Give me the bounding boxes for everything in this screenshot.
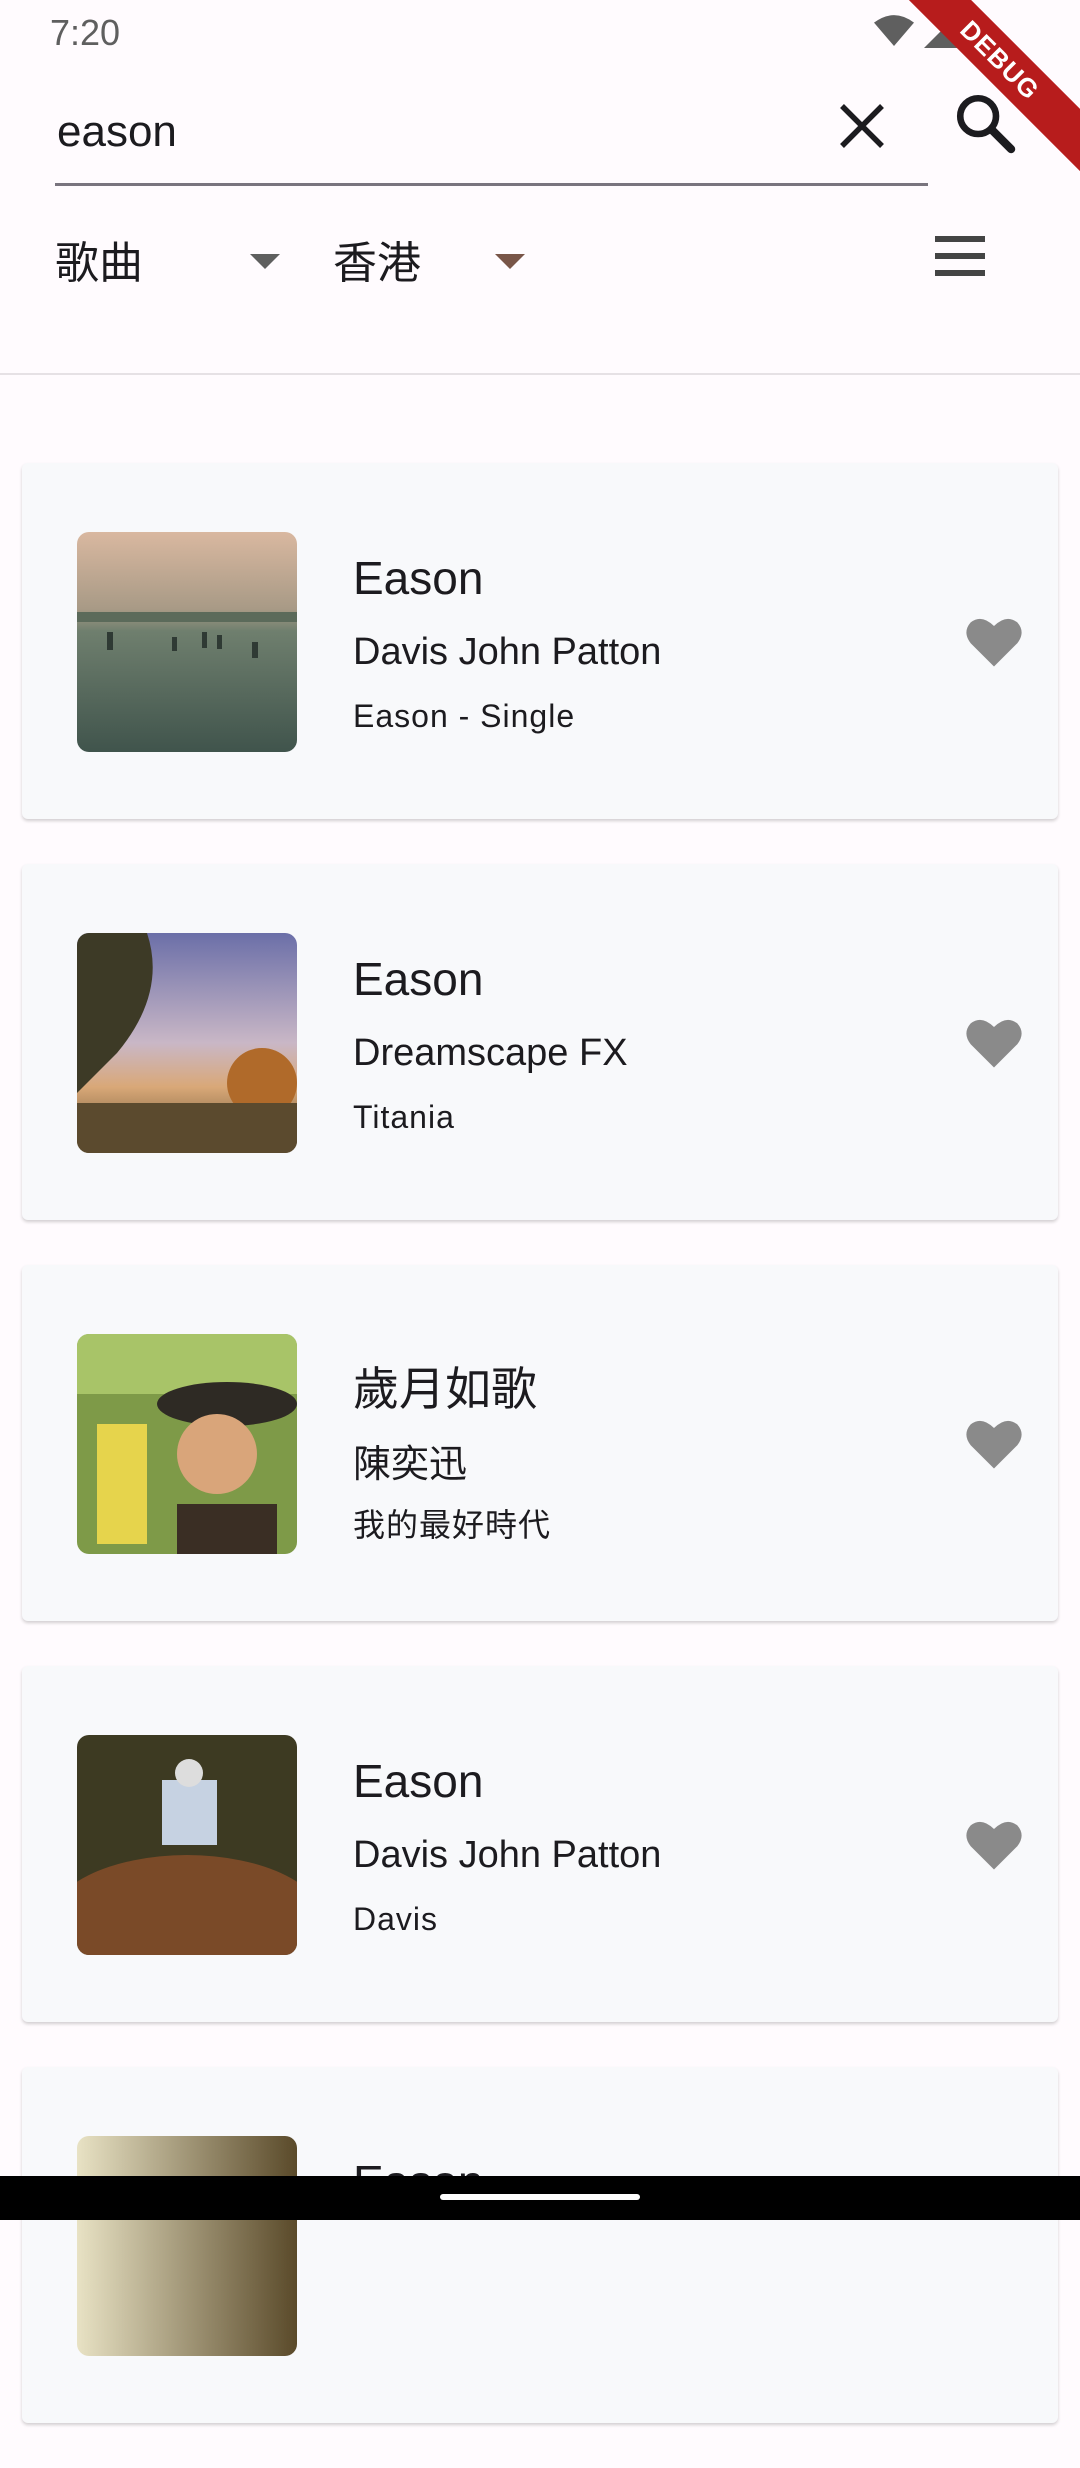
heart-icon[interactable] [964,615,1024,669]
heart-icon[interactable] [964,1016,1024,1070]
navigation-bar [0,2176,1080,2220]
album-art [77,532,297,752]
status-time: 7:20 [50,12,121,53]
chevron-down-icon [250,254,280,269]
song-artist: Davis John Patton [353,631,662,673]
divider [0,373,1080,375]
song-card[interactable]: Eason Davis John Patton Davis [22,1666,1058,2022]
album-art [77,2136,297,2356]
search-icon[interactable] [952,90,1018,156]
song-card[interactable]: Eason Davis John Patton Eason - Single [22,463,1058,819]
song-card[interactable]: Eason Dreamscape FX Titania [22,864,1058,1220]
song-album: Davis [353,1901,439,1937]
song-card[interactable]: 歲月如歌 陳奕迅 我的最好時代 [22,1265,1058,1621]
heart-icon[interactable] [964,1417,1024,1471]
song-title: 歲月如歌 [353,1363,537,1415]
search-input[interactable] [55,96,819,168]
region-value: 香港 [333,239,421,288]
song-artist: Davis John Patton [353,1834,662,1876]
menu-icon[interactable] [930,228,990,284]
album-art [77,1735,297,1955]
song-title: Eason [353,953,484,1005]
song-title: Eason [353,1755,484,1807]
search-row [0,66,1080,196]
wifi-icon [874,15,914,46]
filter-row: 歌曲 香港 [0,206,1080,306]
region-dropdown[interactable]: 香港 [333,224,533,294]
search-field [55,86,928,186]
song-list: Eason Davis John Patton Eason - Single E… [22,463,1058,2468]
category-value: 歌曲 [55,239,143,288]
song-album: Titania [353,1099,455,1135]
song-artist: Dreamscape FX [353,1032,628,1074]
category-dropdown[interactable]: 歌曲 [55,224,285,294]
song-album: 我的最好時代 [353,1507,552,1543]
close-icon[interactable] [832,96,892,156]
song-title: Eason [353,552,484,604]
album-art [77,933,297,1153]
song-card[interactable]: Eason [22,2067,1058,2423]
chevron-down-icon [495,254,525,269]
home-handle[interactable] [440,2194,640,2200]
album-art [77,1334,297,1554]
song-album: Eason - Single [353,698,576,734]
song-artist: 陳奕迅 [353,1444,468,1486]
heart-icon[interactable] [964,1818,1024,1872]
